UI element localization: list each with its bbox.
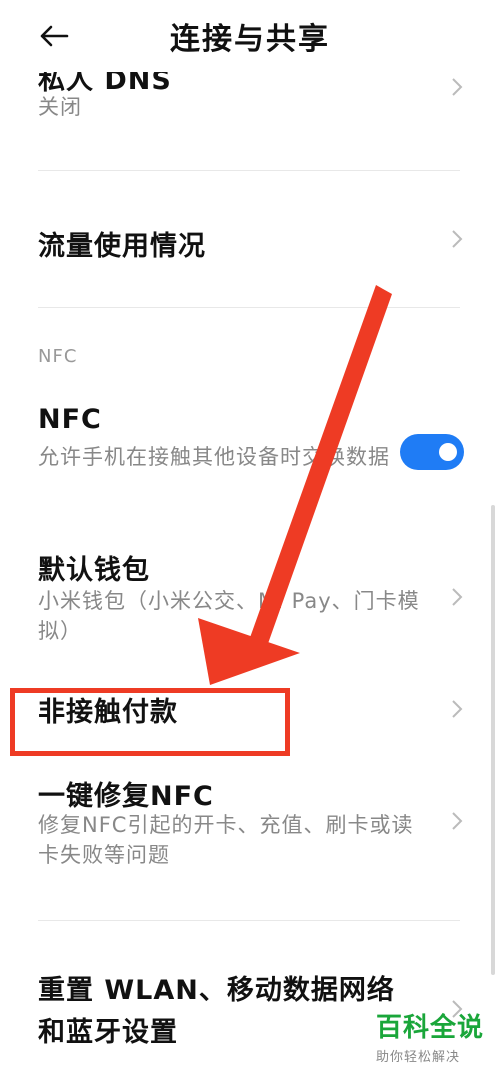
top-bar: 连接与共享 [0, 0, 500, 72]
watermark-logo: 百科全说 助你轻松解决 [376, 1007, 484, 1065]
annotation-highlight-box [10, 688, 290, 756]
watermark-main: 百科全说 [376, 1013, 485, 1043]
annotation-arrow [198, 285, 392, 685]
watermark-sub: 助你轻松解决 [376, 1050, 461, 1065]
page-title: 连接与共享 [170, 22, 330, 57]
